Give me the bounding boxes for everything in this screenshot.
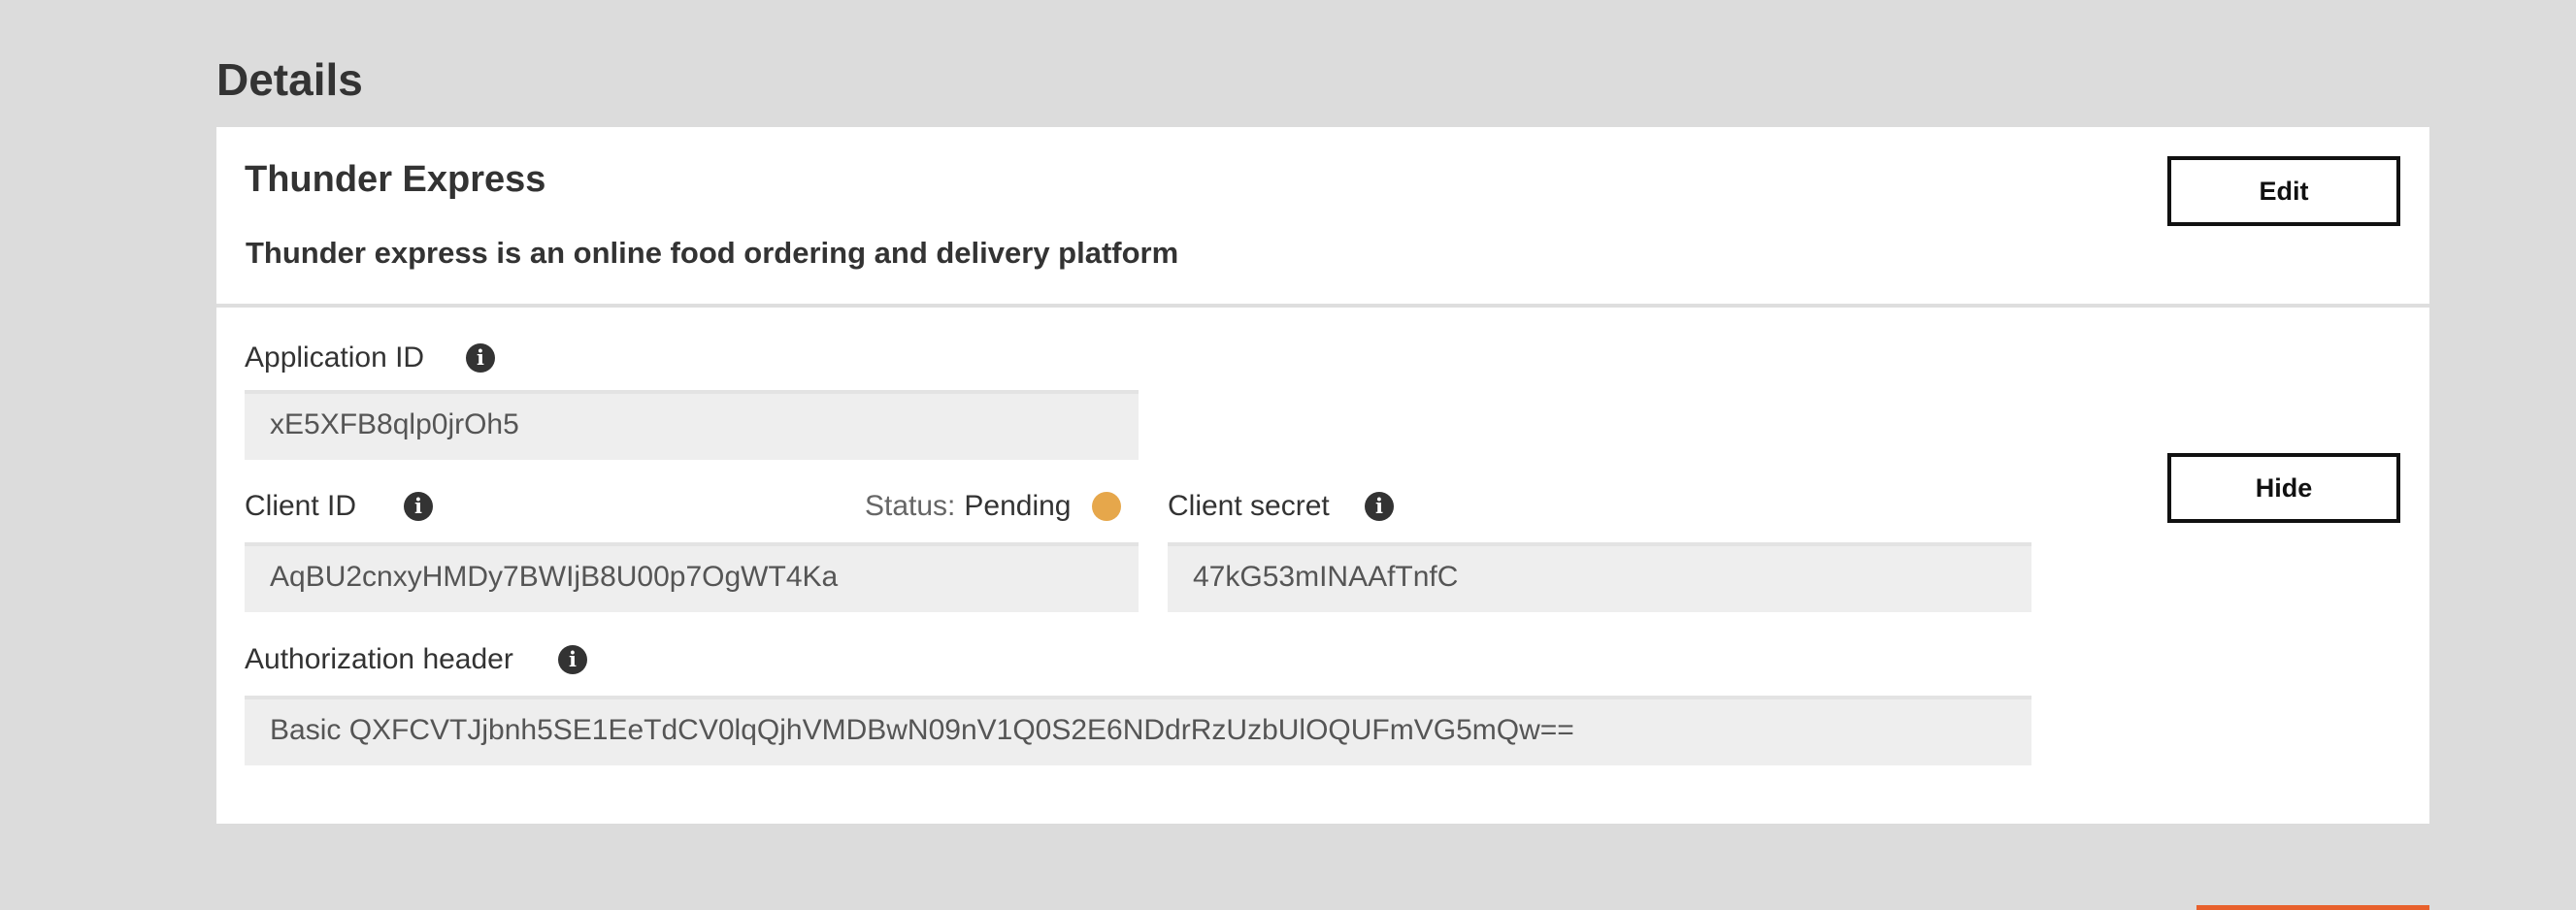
- edit-button[interactable]: Edit: [2167, 156, 2400, 226]
- info-icon[interactable]: i: [466, 343, 495, 373]
- client-status: Status: Pending: [865, 486, 1121, 527]
- authorization-header-label: Authorization header: [245, 643, 513, 675]
- application-id-label: Application ID: [245, 341, 425, 374]
- bottom-accent-bar: [2196, 905, 2429, 910]
- client-secret-field[interactable]: 47kG53mINAAfTnfC: [1168, 542, 2031, 612]
- client-id-field[interactable]: AqBU2cnxyHMDy7BWIjB8U00p7OgWT4Ka: [245, 542, 1139, 612]
- hide-button[interactable]: Hide: [2167, 453, 2400, 523]
- application-details-card: Thunder Express Thunder express is an on…: [216, 127, 2429, 824]
- application-id-field[interactable]: xE5XFB8qlp0jrOh5: [245, 390, 1139, 460]
- application-name: Thunder Express: [245, 159, 546, 200]
- page-title: Details: [216, 54, 363, 105]
- info-icon[interactable]: i: [1365, 492, 1394, 521]
- status-indicator: [1091, 492, 1121, 521]
- info-icon[interactable]: i: [558, 645, 587, 674]
- client-secret-label: Client secret: [1168, 490, 1330, 522]
- application-header: Thunder Express Thunder express is an on…: [216, 127, 2429, 308]
- authorization-header-field[interactable]: Basic QXFCVTJjbnh5SE1EeTdCV0lqQjhVMDBwN0…: [245, 696, 2031, 765]
- status-label: Status:: [865, 490, 956, 522]
- application-description: Thunder express is an online food orderi…: [246, 236, 1179, 270]
- status-value: Pending: [964, 490, 1072, 522]
- client-id-label: Client ID: [245, 490, 357, 522]
- info-icon[interactable]: i: [404, 492, 433, 521]
